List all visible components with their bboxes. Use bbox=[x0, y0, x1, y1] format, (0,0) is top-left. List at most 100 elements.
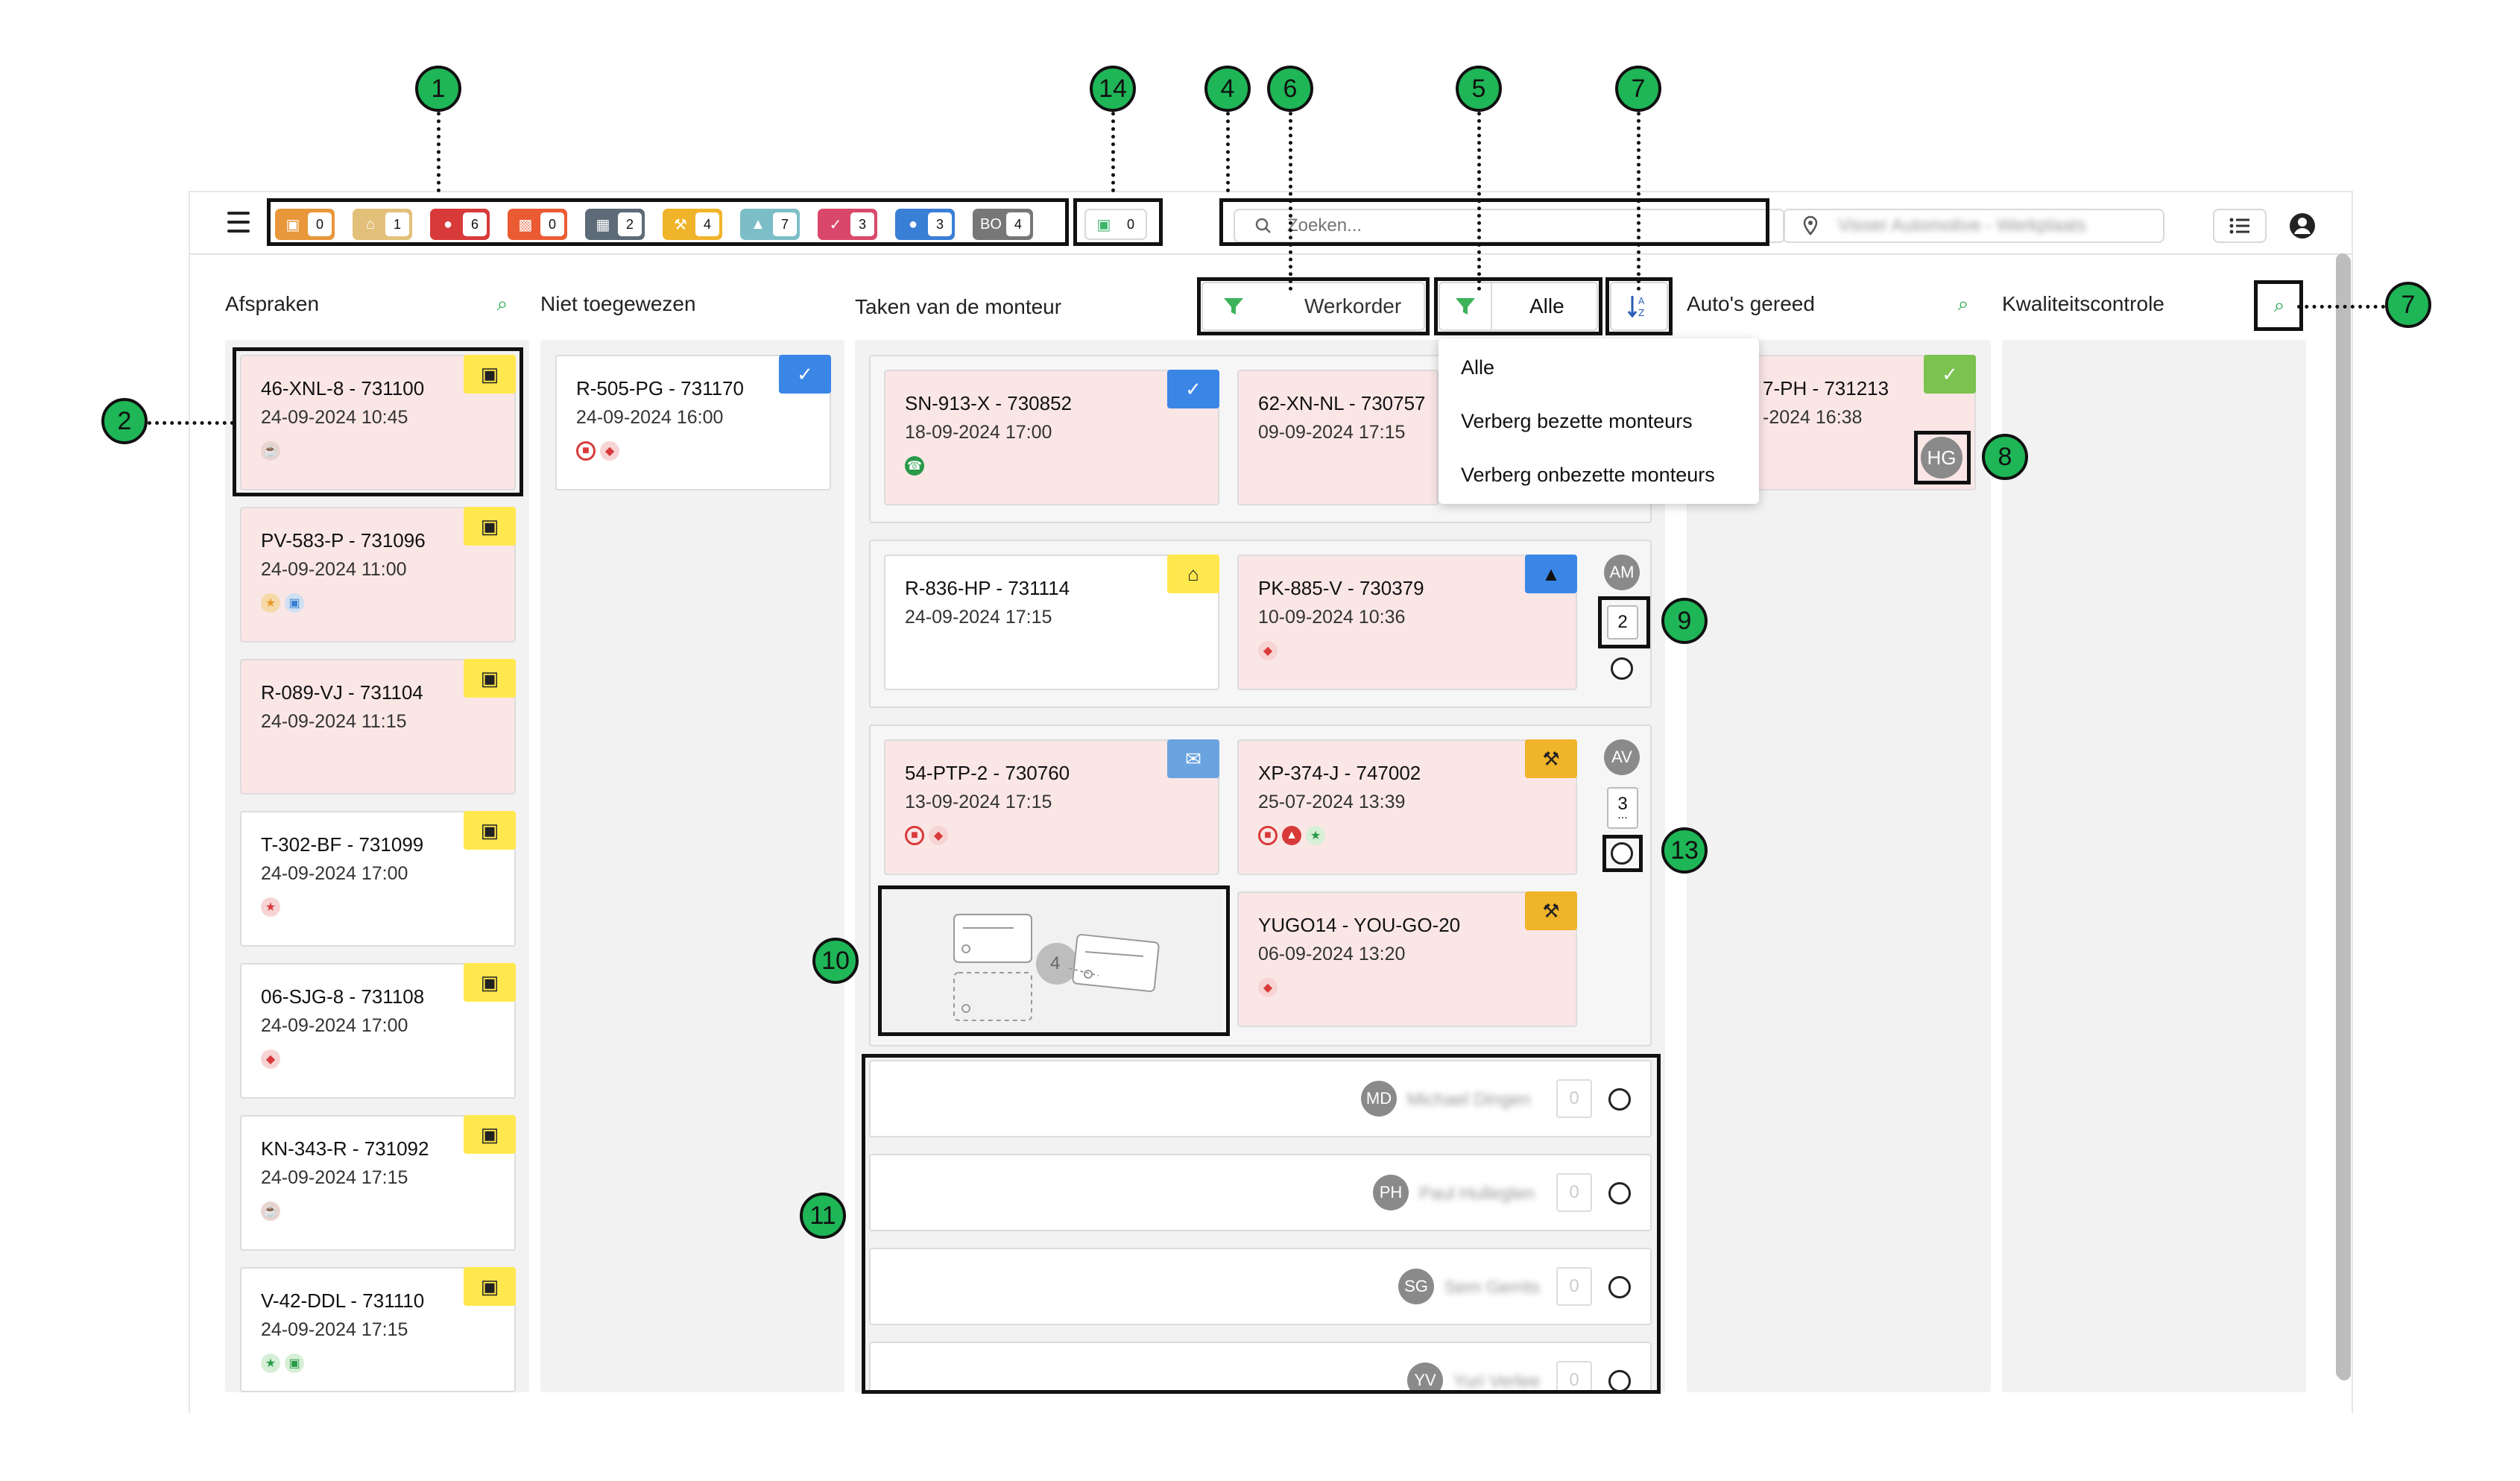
dropdown-option-verberg-onbezette[interactable]: Verberg onbezette monteurs bbox=[1461, 464, 1715, 487]
task-card[interactable]: PK-885-V - 730379 10-09-2024 10:36 ▲ ◆ bbox=[1237, 555, 1577, 690]
status-badge-bo[interactable]: BO 4 bbox=[973, 209, 1033, 240]
appointment-card[interactable]: 46-XNL-8 - 731100 24-09-2024 10:45 ▣ ☕ bbox=[240, 355, 516, 490]
car-front-icon: ▣ bbox=[464, 507, 516, 546]
callout-6: 6 bbox=[1267, 66, 1313, 112]
task-card[interactable]: R-836-HP - 731114 24-09-2024 17:15 ⌂ bbox=[884, 555, 1219, 690]
filter-icon bbox=[1456, 298, 1475, 315]
cart-icon: ▣ bbox=[285, 593, 304, 613]
task-card[interactable]: 62-XN-NL - 730757 09-09-2024 17:15 bbox=[1237, 370, 1439, 505]
callout-7: 7 bbox=[2385, 282, 2431, 328]
mechanic-radio[interactable] bbox=[1611, 842, 1633, 865]
user-icon: ● bbox=[908, 215, 918, 233]
ready-cars-badge[interactable]: ▣ 0 bbox=[1084, 209, 1147, 240]
column-title-kwaliteit: Kwaliteitscontrole bbox=[2002, 292, 2164, 315]
avatar: MD bbox=[1361, 1081, 1397, 1117]
column-title-gereed: Auto's gereed bbox=[1687, 292, 1815, 315]
status-badge-car[interactable]: ▣ 0 bbox=[275, 209, 335, 240]
image-icon: ▩ bbox=[518, 216, 533, 233]
mechanic-radio[interactable] bbox=[1608, 1276, 1631, 1298]
collapse-kwaliteit-icon[interactable]: ⌕ bbox=[2266, 292, 2293, 319]
drop-zone[interactable]: 4 bbox=[882, 889, 1222, 1032]
check-icon: ✓ bbox=[1924, 355, 1976, 394]
mechanic-row[interactable]: MD Michael Dingen 0 bbox=[869, 1060, 1652, 1137]
mechanic-radio[interactable] bbox=[1608, 1370, 1631, 1391]
user-account-icon[interactable] bbox=[2288, 212, 2317, 240]
callout-4: 4 bbox=[1204, 66, 1251, 112]
mechanic-row[interactable]: YV Yuri Verlee 0 bbox=[869, 1342, 1652, 1392]
status-badge-garage[interactable]: ⌂ 1 bbox=[353, 209, 412, 240]
mechanic-row[interactable]: SG Sem Gerrits 0 bbox=[869, 1248, 1652, 1325]
filter-icon bbox=[1224, 298, 1243, 315]
mechanic-radio[interactable] bbox=[1608, 1182, 1631, 1204]
appointment-card[interactable]: PV-583-P - 731096 24-09-2024 11:00 ▣ ★ ▣ bbox=[240, 507, 516, 642]
callout-11: 10 bbox=[812, 938, 859, 984]
dropdown-option-verberg-bezette[interactable]: Verberg bezette monteurs bbox=[1461, 410, 1693, 433]
shield-icon: ◆ bbox=[1258, 978, 1278, 997]
avatar: AV bbox=[1604, 739, 1640, 775]
callout-2: 2 bbox=[101, 398, 148, 444]
status-badge-user[interactable]: ● 3 bbox=[895, 209, 955, 240]
callout-8: 8 bbox=[1982, 434, 2028, 480]
menu-icon[interactable] bbox=[227, 212, 250, 233]
search-field[interactable] bbox=[1234, 209, 1785, 243]
alert-icon: ● bbox=[443, 215, 453, 233]
svg-text:Z: Z bbox=[1638, 308, 1644, 318]
location-pin-icon bbox=[1803, 215, 1818, 236]
star-icon: ★ bbox=[1306, 826, 1325, 845]
star-icon: ★ bbox=[261, 1354, 280, 1373]
location-select[interactable]: Visser Automotive - Werkplaats bbox=[1783, 209, 2164, 243]
avatar: YV bbox=[1407, 1362, 1443, 1391]
task-card[interactable]: XP-374-J - 747002 25-07-2024 13:39 ⚒ ■ ▲ ★ bbox=[1237, 739, 1577, 875]
mechanic-filter-dropdown: Alle Verberg bezette monteurs Verberg on… bbox=[1439, 338, 1759, 504]
list-view-button[interactable] bbox=[2213, 209, 2267, 243]
mechanic-radio[interactable] bbox=[1611, 657, 1633, 680]
wrench-icon: ⚒ bbox=[1525, 891, 1577, 930]
avatar: PH bbox=[1373, 1175, 1409, 1210]
collapse-afspraken-icon[interactable]: ⌕ bbox=[489, 291, 516, 318]
task-card[interactable]: SN-913-X - 730852 18-09-2024 17:00 ✓ ☎ bbox=[884, 370, 1219, 505]
car-front-icon: ▣ bbox=[464, 659, 516, 698]
column-kwaliteit bbox=[2002, 340, 2306, 1392]
task-card[interactable]: YUGO14 - YOU-GO-20 06-09-2024 13:20 ⚒ ◆ bbox=[1237, 891, 1577, 1027]
appointment-card[interactable]: T-302-BF - 731099 24-09-2024 17:00 ▣ ★ bbox=[240, 811, 516, 947]
search-input[interactable] bbox=[1287, 215, 1734, 236]
status-badge-warning[interactable]: ▲ 7 bbox=[740, 209, 800, 240]
shield-icon: ◆ bbox=[929, 826, 948, 845]
page-scrollbar[interactable] bbox=[2336, 253, 2349, 1379]
user-check-icon: ✓ bbox=[779, 355, 831, 394]
appointment-card[interactable]: 06-SJG-8 - 731108 24-09-2024 17:00 ▣ ◆ bbox=[240, 963, 516, 1099]
sort-icon: AZ bbox=[1627, 296, 1645, 318]
car-icon: ▣ bbox=[285, 216, 300, 233]
car-front-icon: ▣ bbox=[464, 963, 516, 1002]
task-count-box: 0 bbox=[1556, 1079, 1592, 1118]
stop-icon: ■ bbox=[905, 826, 924, 845]
warning-icon: ▲ bbox=[1282, 826, 1301, 845]
column-title-niet-toegewezen: Niet toegewezen bbox=[540, 292, 696, 315]
mechanic-row[interactable]: PH Paul Hulleglen 0 bbox=[869, 1154, 1652, 1231]
appointment-card[interactable]: R-089-VJ - 731104 24-09-2024 11:15 ▣ bbox=[240, 659, 516, 795]
warning-icon: ▲ bbox=[1525, 555, 1577, 593]
shield-icon: ◆ bbox=[1258, 641, 1278, 660]
status-badge-image[interactable]: ▩ 0 bbox=[508, 209, 567, 240]
column-title-afspraken: Afspraken bbox=[225, 292, 320, 315]
calendar-icon: ▦ bbox=[596, 216, 610, 233]
unassigned-card[interactable]: R-505-PG - 731170 24-09-2024 16:00 ✓ ■ ◆ bbox=[555, 355, 831, 490]
status-badge-alert[interactable]: ● 6 bbox=[430, 209, 490, 240]
callout-line-14 bbox=[1111, 112, 1115, 192]
callout-line-4 bbox=[1226, 112, 1230, 192]
task-card[interactable]: 54-PTP-2 - 730760 13-09-2024 17:15 ✉ ■ ◆ bbox=[884, 739, 1219, 875]
task-count-box: 0 bbox=[1556, 1173, 1592, 1212]
mechanic-filter[interactable]: Alle bbox=[1439, 282, 1598, 331]
appointment-card[interactable]: V-42-DDL - 731110 24-09-2024 17:15 ▣ ★ ▣ bbox=[240, 1267, 516, 1392]
werkorder-filter[interactable]: Werkorder bbox=[1201, 282, 1425, 331]
star-icon: ★ bbox=[261, 593, 280, 613]
appointment-card[interactable]: KN-343-R - 731092 24-09-2024 17:15 ▣ ☕ bbox=[240, 1115, 516, 1251]
task-count-box: 0 bbox=[1556, 1267, 1592, 1306]
dropdown-option-alle[interactable]: Alle bbox=[1461, 356, 1494, 379]
shield-icon: ◆ bbox=[261, 1049, 280, 1069]
status-badge-user-check[interactable]: ✓ 3 bbox=[818, 209, 877, 240]
status-badge-calendar[interactable]: ▦ 2 bbox=[585, 209, 645, 240]
status-badge-wrench[interactable]: ⚒ 4 bbox=[663, 209, 722, 240]
mechanic-radio[interactable] bbox=[1608, 1088, 1631, 1111]
collapse-gereed-icon[interactable]: ⌕ bbox=[1950, 291, 1977, 318]
